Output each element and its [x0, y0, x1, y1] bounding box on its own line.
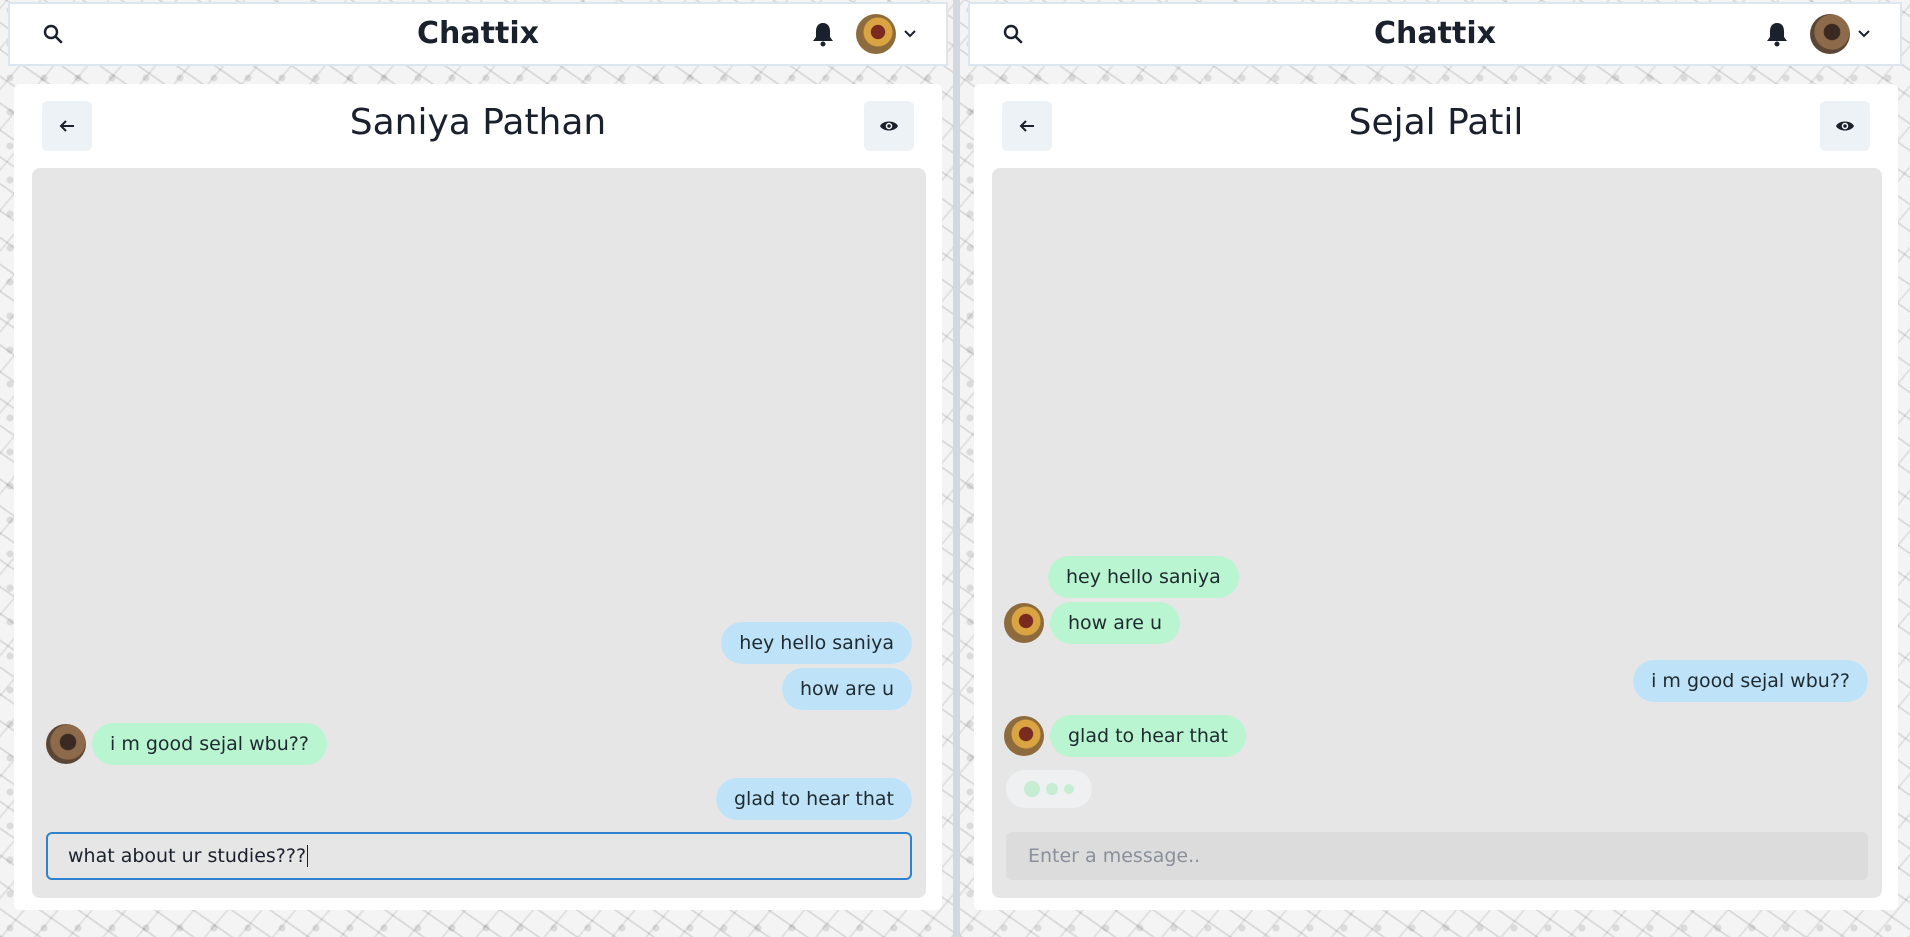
message-row: hey hello saniya	[721, 622, 912, 664]
arrow-left-icon	[59, 120, 74, 132]
message-bubble: i m good sejal wbu??	[92, 723, 327, 765]
message-input-value: what about ur studies???	[68, 845, 307, 867]
avatar	[856, 14, 896, 54]
bell-icon	[1767, 23, 1787, 47]
sender-avatar[interactable]	[1004, 716, 1044, 756]
message-row: how are u	[1004, 602, 1181, 644]
search-button[interactable]	[30, 11, 76, 57]
message-input[interactable]: what about ur studies???	[46, 832, 912, 880]
eye-icon	[1836, 121, 1854, 131]
message-bubble: glad to hear that	[1050, 715, 1247, 757]
message-bubble: hey hello saniya	[1048, 556, 1239, 598]
message-row: i m good sejal wbu??	[46, 723, 327, 765]
message-input-placeholder: Enter a message..	[1028, 845, 1201, 867]
profile-menu-button[interactable]	[1810, 14, 1870, 54]
eye-icon	[880, 121, 898, 131]
message-input[interactable]: Enter a message..	[1006, 832, 1868, 880]
typing-indicator	[1006, 770, 1092, 808]
window-divider	[953, 0, 960, 937]
notifications-button[interactable]	[806, 17, 840, 51]
typing-dot	[1024, 781, 1040, 797]
back-button[interactable]	[1002, 101, 1052, 151]
search-icon	[43, 24, 63, 44]
typing-dot	[1064, 784, 1074, 794]
chat-window-left: Chattix Saniya Pathan hey hello saniya h…	[0, 0, 953, 937]
chat-window-right: Chattix Sejal Patil hey hello saniya how…	[960, 0, 1910, 937]
bell-icon	[813, 23, 833, 47]
chat-title: Sejal Patil	[1348, 102, 1524, 143]
top-navigation-bar: Chattix	[968, 2, 1902, 66]
sender-avatar[interactable]	[46, 724, 86, 764]
chevron-down-icon	[1858, 30, 1870, 38]
text-caret	[307, 845, 309, 867]
search-button[interactable]	[990, 11, 1036, 57]
sender-avatar[interactable]	[1004, 603, 1044, 643]
search-icon	[1003, 24, 1023, 44]
message-row: how are u	[781, 668, 912, 710]
message-row: i m good sejal wbu??	[1633, 660, 1868, 702]
chat-title: Saniya Pathan	[349, 102, 607, 143]
view-profile-button[interactable]	[864, 101, 914, 151]
message-row: glad to hear that	[715, 778, 912, 820]
messages-area: hey hello saniya how are u i m good seja…	[992, 168, 1882, 898]
view-profile-button[interactable]	[1820, 101, 1870, 151]
back-button[interactable]	[42, 101, 92, 151]
notifications-button[interactable]	[1760, 17, 1794, 51]
message-row: hey hello saniya	[1048, 556, 1239, 598]
message-bubble: i m good sejal wbu??	[1633, 660, 1868, 702]
message-bubble: glad to hear that	[715, 778, 912, 820]
profile-menu-button[interactable]	[856, 14, 916, 54]
chat-card: Sejal Patil hey hello saniya how are u i…	[974, 84, 1898, 910]
message-bubble: how are u	[781, 668, 912, 710]
typing-dot	[1046, 783, 1058, 795]
top-navigation-bar: Chattix	[8, 2, 948, 66]
chat-card: Saniya Pathan hey hello saniya how are u…	[14, 84, 942, 910]
message-row: glad to hear that	[1004, 715, 1247, 757]
avatar	[1810, 14, 1850, 54]
message-bubble: hey hello saniya	[721, 622, 912, 664]
arrow-left-icon	[1019, 120, 1034, 132]
messages-area: hey hello saniya how are u i m good seja…	[32, 168, 926, 898]
message-bubble: how are u	[1050, 602, 1181, 644]
chevron-down-icon	[904, 30, 916, 38]
